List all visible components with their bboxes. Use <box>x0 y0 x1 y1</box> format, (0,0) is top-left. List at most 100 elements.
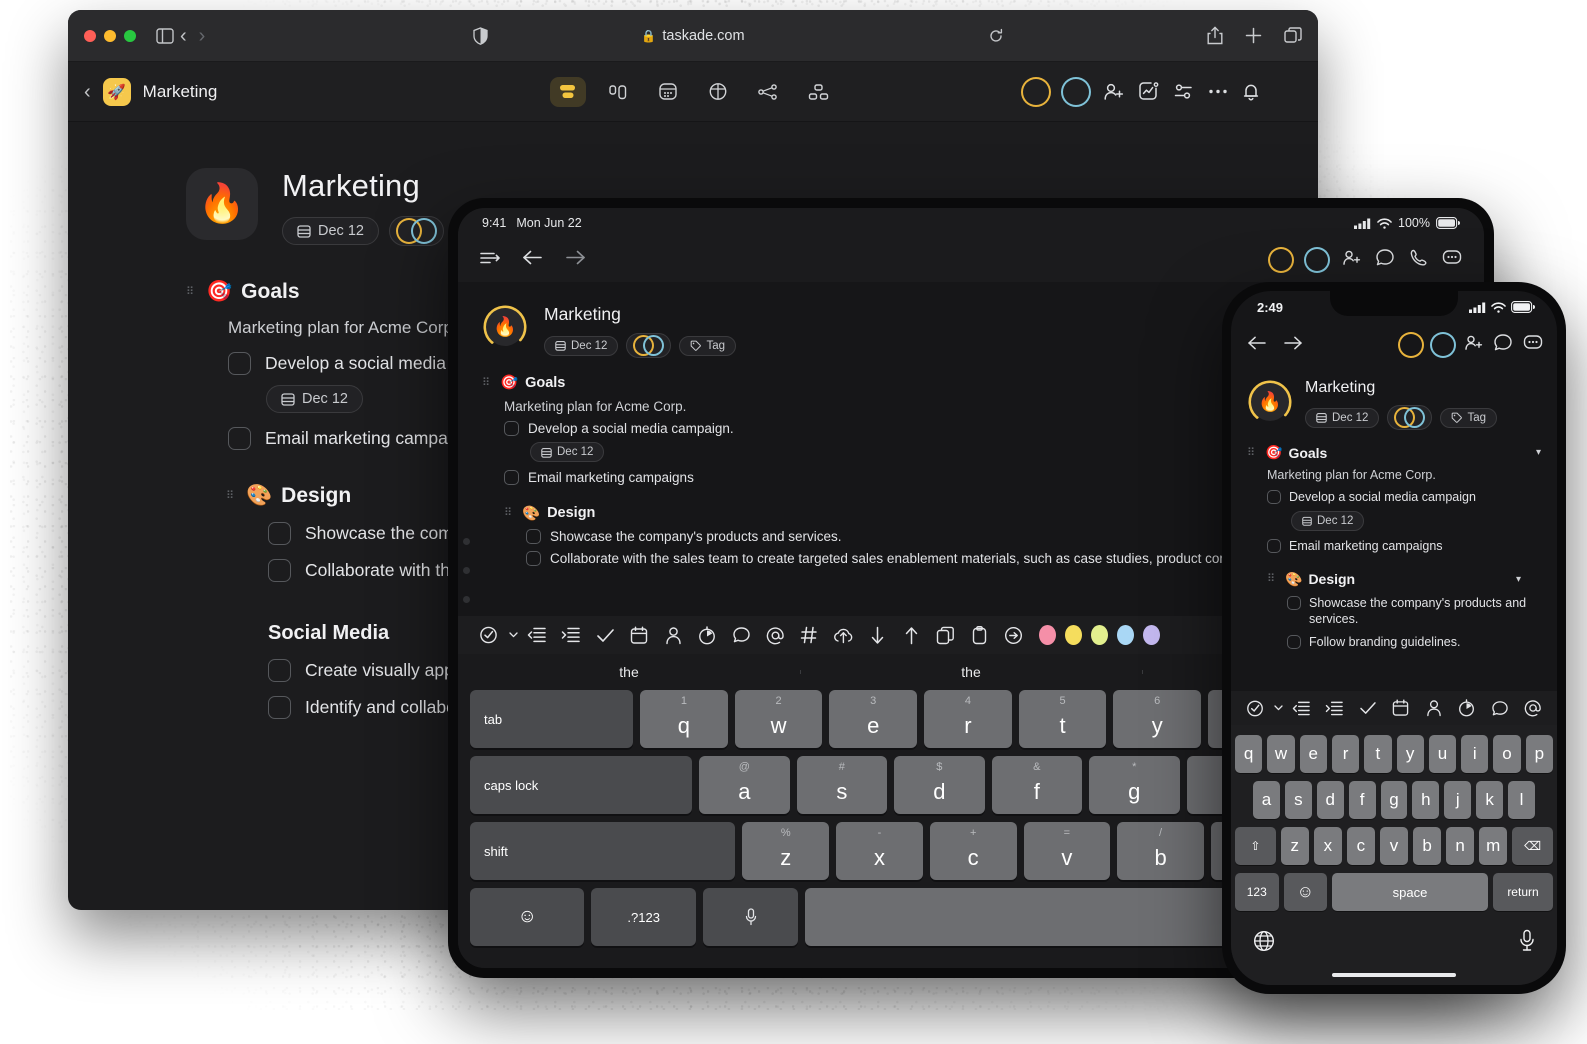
phone-back-icon[interactable] <box>1247 334 1267 357</box>
browser-forward-icon[interactable]: › <box>199 26 206 46</box>
task-checkbox[interactable] <box>228 427 251 450</box>
activity-icon[interactable] <box>1138 81 1159 102</box>
section-header[interactable]: ⠿ 🎯 Goals <box>1247 444 1557 461</box>
return-key[interactable]: return <box>1493 873 1553 911</box>
key-c[interactable]: + c <box>929 822 1017 880</box>
key-z[interactable]: % z <box>742 822 830 880</box>
task-checkbox[interactable] <box>504 421 519 436</box>
drag-handle-icon[interactable]: ⠿ <box>1267 574 1277 585</box>
prediction-item[interactable]: the <box>458 664 800 680</box>
calendar-icon[interactable] <box>1384 699 1417 717</box>
page-title[interactable]: Marketing <box>544 304 736 325</box>
chevron-down-icon[interactable] <box>506 632 520 638</box>
key-n[interactable]: n <box>1446 827 1475 865</box>
date-chip[interactable]: Dec 12 <box>1305 407 1380 428</box>
drag-handle-icon[interactable]: ⠿ <box>186 287 196 298</box>
avatar[interactable] <box>1306 249 1328 271</box>
task-checkbox[interactable] <box>1267 490 1281 504</box>
notifications-bell-icon[interactable] <box>1242 82 1260 102</box>
settings-icon[interactable] <box>1173 82 1194 101</box>
profile-avatar[interactable] <box>1274 78 1302 106</box>
assignees-chip[interactable] <box>1387 405 1433 430</box>
task-checkbox[interactable] <box>526 550 541 566</box>
calendar-view-button[interactable] <box>650 77 686 107</box>
tabs-overview-icon[interactable] <box>1284 27 1302 44</box>
key-y[interactable]: y <box>1396 735 1424 773</box>
add-member-icon[interactable] <box>1103 82 1124 101</box>
avatar[interactable] <box>1400 334 1422 356</box>
numbers-key[interactable]: .?123 <box>591 888 697 946</box>
document-emoji[interactable]: 🔥 <box>186 168 258 240</box>
key-v[interactable]: = v <box>1023 822 1111 880</box>
section-header[interactable]: ⠿ 🎨 Design <box>1267 571 1557 588</box>
checkmark-icon[interactable] <box>1351 701 1384 715</box>
maximize-window-button[interactable] <box>124 29 136 42</box>
task-checkbox[interactable] <box>268 659 291 682</box>
task-checkbox[interactable] <box>1267 539 1281 554</box>
task-checkbox[interactable] <box>526 528 541 544</box>
key-a[interactable]: @ a <box>699 756 790 814</box>
dictation-key[interactable] <box>703 888 799 946</box>
key-e[interactable]: 3e <box>829 690 918 748</box>
mindmap-view-button[interactable] <box>750 77 786 107</box>
key-u[interactable]: u <box>1428 735 1457 773</box>
key-i[interactable]: i <box>1461 735 1489 773</box>
key-l[interactable]: l <box>1508 781 1536 819</box>
key-d[interactable]: $ d <box>894 756 985 814</box>
key-b[interactable]: b <box>1413 827 1442 865</box>
task-date-chip[interactable]: Dec 12 <box>530 442 605 462</box>
chat-bubble-icon[interactable] <box>1493 333 1513 357</box>
key-h[interactable]: h <box>1412 781 1440 819</box>
avatar[interactable] <box>1270 249 1292 271</box>
key-f[interactable]: f <box>1348 781 1376 819</box>
task-row[interactable]: Showcase the company's products and serv… <box>1287 595 1539 628</box>
key-b[interactable]: / b <box>1117 822 1204 880</box>
emoji-key[interactable]: ☺ <box>470 888 585 946</box>
tab-key[interactable]: tab <box>470 690 634 748</box>
document-emoji-progress-ring[interactable]: 🔥 <box>1247 379 1293 425</box>
key-r[interactable]: r <box>1331 735 1360 773</box>
task-date-chip[interactable]: Dec 12 <box>266 385 363 413</box>
page-title[interactable]: Marketing <box>1305 379 1497 397</box>
key-o[interactable]: o <box>1493 735 1521 773</box>
numbers-key[interactable]: 123 <box>1235 873 1279 911</box>
key-p[interactable]: p <box>1525 735 1553 773</box>
browser-back-icon[interactable]: ‹ <box>180 26 187 46</box>
share-icon[interactable] <box>1207 26 1223 45</box>
app-back-icon[interactable]: ‹ <box>84 82 91 102</box>
task-row[interactable]: Develop a social media campaign <box>1267 489 1519 505</box>
date-chip[interactable]: Dec 12 <box>544 335 619 356</box>
calendar-icon[interactable] <box>622 626 656 645</box>
globe-icon[interactable] <box>1253 930 1275 957</box>
arrow-circle-right-icon[interactable] <box>996 626 1030 645</box>
table-view-button[interactable] <box>700 77 736 107</box>
drag-handle-icon[interactable]: ⠿ <box>1247 447 1257 458</box>
caret-down-icon[interactable]: ▾ <box>1536 447 1541 458</box>
address-bar[interactable]: 🔒 taskade.com <box>641 28 744 44</box>
key-c[interactable]: c <box>1346 827 1375 865</box>
key-y[interactable]: 6y <box>1113 690 1202 748</box>
shift-key[interactable]: shift <box>470 822 736 880</box>
task-row[interactable]: Email marketing campaigns <box>1267 538 1519 554</box>
key-f[interactable]: & f <box>991 756 1083 814</box>
microphone-icon[interactable] <box>1519 929 1535 957</box>
minimize-window-button[interactable] <box>104 29 116 42</box>
timer-icon[interactable] <box>1450 699 1483 717</box>
key-t[interactable]: 5t <box>1018 690 1107 748</box>
key-x[interactable]: -x <box>836 822 923 880</box>
tag-chip[interactable]: Tag <box>679 335 736 356</box>
clipboard-icon[interactable] <box>962 625 996 645</box>
color-swatch-pink[interactable] <box>1039 625 1056 645</box>
sidebar-toggle-icon[interactable] <box>480 250 500 271</box>
tablet-back-icon[interactable] <box>522 249 543 271</box>
key-r[interactable]: 4r <box>924 690 1012 748</box>
document-emoji-progress-ring[interactable]: 🔥 <box>482 304 528 350</box>
key-w[interactable]: 2w <box>734 690 823 748</box>
check-circle-icon[interactable] <box>472 625 506 645</box>
task-checkbox[interactable] <box>228 352 251 375</box>
caret-down-icon[interactable]: ▾ <box>1516 574 1521 585</box>
chevron-down-icon[interactable] <box>1272 705 1285 711</box>
person-icon[interactable] <box>656 626 690 645</box>
task-checkbox[interactable] <box>504 469 519 485</box>
hashtag-icon[interactable] <box>792 626 826 644</box>
